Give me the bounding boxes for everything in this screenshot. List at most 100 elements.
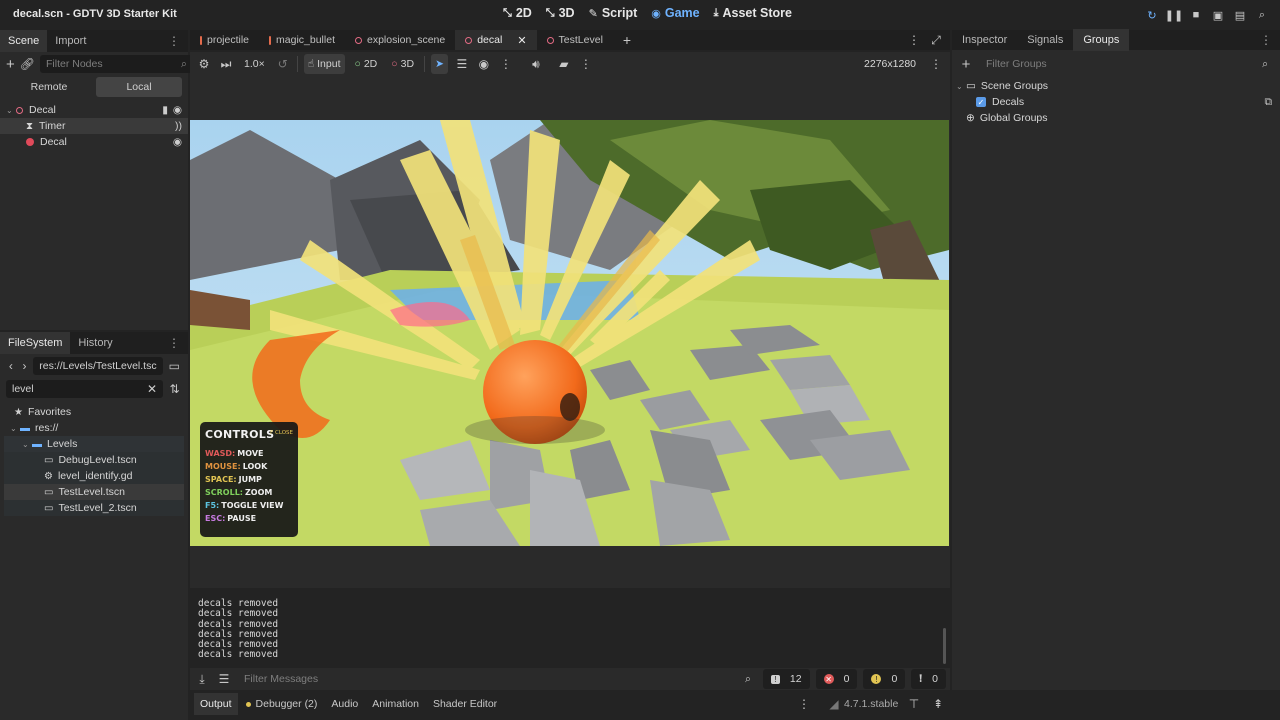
tab-history[interactable]: History bbox=[70, 332, 120, 354]
tab-audio[interactable]: Audio bbox=[325, 693, 364, 715]
play-custom-icon[interactable]: ▤ bbox=[1232, 7, 1248, 23]
tab-testlevel[interactable]: TestLevel bbox=[537, 30, 613, 50]
kebab-menu-icon[interactable]: ⋮ bbox=[168, 34, 180, 48]
version-label[interactable]: 4.7.1.stable bbox=[844, 698, 898, 710]
tab-inspector[interactable]: Inspector bbox=[952, 29, 1017, 51]
script-icon[interactable]: ▮ bbox=[162, 104, 168, 116]
file-tree-item[interactable]: ⌄ ▬ res:// bbox=[4, 420, 184, 436]
stop-icon[interactable]: ■ bbox=[1188, 7, 1204, 23]
pin-bottom-panel-icon[interactable]: ⊤ bbox=[906, 696, 922, 712]
kebab-menu-icon[interactable]: ⋮ bbox=[578, 56, 594, 72]
tab-scene[interactable]: Scene bbox=[0, 30, 48, 52]
tab-animation[interactable]: Animation bbox=[366, 693, 425, 715]
kebab-menu-icon[interactable]: ⋮ bbox=[498, 56, 514, 72]
distraction-free-icon[interactable]: ⤢ bbox=[928, 32, 944, 48]
mode-3d-button[interactable]: ⤡ 3D bbox=[546, 6, 575, 20]
scene-tree-item-decal[interactable]: Decal ◉ bbox=[0, 134, 188, 150]
clear-icon[interactable]: ✕ bbox=[147, 382, 157, 396]
camera-override-icon[interactable]: ▰ bbox=[556, 56, 572, 72]
mode-3d-toggle[interactable]: ○ 3D bbox=[387, 54, 418, 74]
file-search[interactable]: ✕ bbox=[6, 380, 164, 398]
kebab-menu-icon[interactable]: ⋮ bbox=[906, 32, 922, 48]
file-tree-item[interactable]: ▭ DebugLevel.tscn bbox=[4, 452, 184, 468]
file-tree-item[interactable]: ⌄ ▬ Levels bbox=[4, 436, 184, 452]
filter-nodes[interactable]: ⌕ bbox=[40, 55, 193, 73]
kebab-menu-icon[interactable]: ⋮ bbox=[928, 56, 944, 72]
scene-groups-section[interactable]: ⌄ ▭ Scene Groups bbox=[952, 78, 1280, 94]
filter-groups[interactable]: ⌕ bbox=[980, 55, 1274, 73]
tab-decal[interactable]: decal ✕ bbox=[455, 30, 537, 50]
visibility-icon[interactable]: ◉ bbox=[476, 56, 492, 72]
global-groups-section[interactable]: ⊕ Global Groups bbox=[952, 110, 1280, 126]
scene-tree-item-timer[interactable]: ⧗ Timer )) bbox=[0, 118, 188, 134]
add-node-icon[interactable]: + bbox=[6, 56, 15, 73]
split-view-icon[interactable]: ▭ bbox=[167, 358, 182, 374]
add-group-icon[interactable]: + bbox=[958, 56, 974, 73]
kebab-menu-icon[interactable]: ⋮ bbox=[168, 336, 180, 350]
checkbox-icon[interactable]: ✓ bbox=[976, 97, 986, 107]
tab-filesystem[interactable]: FileSystem bbox=[0, 332, 71, 354]
output-scrollbar[interactable] bbox=[943, 628, 946, 664]
file-search-input[interactable] bbox=[12, 383, 147, 395]
reload-icon[interactable]: ↻ bbox=[1144, 7, 1160, 23]
filter-messages[interactable]: ⌕ bbox=[238, 670, 757, 688]
tab-signals[interactable]: Signals bbox=[1017, 29, 1073, 51]
filter-messages-input[interactable] bbox=[244, 673, 746, 685]
clear-output-icon[interactable]: ⤓ bbox=[194, 671, 210, 687]
select-tool-icon[interactable]: ➤ bbox=[431, 54, 448, 74]
chevron-down-icon[interactable]: ⌄ bbox=[6, 106, 16, 115]
list-select-icon[interactable]: ☰ bbox=[454, 56, 470, 72]
filter-nodes-input[interactable] bbox=[46, 58, 181, 70]
kebab-menu-icon[interactable]: ⋮ bbox=[796, 696, 812, 712]
add-tab-icon[interactable]: + bbox=[619, 32, 635, 48]
tab-debugger[interactable]: Debugger (2) bbox=[240, 693, 324, 715]
mode-script-button[interactable]: ✎ Script bbox=[589, 6, 638, 20]
chevron-down-icon[interactable]: ⌄ bbox=[22, 440, 32, 449]
file-tree-item[interactable]: ⚙ level_identify.gd bbox=[4, 468, 184, 484]
group-item-decals[interactable]: ✓ Decals ⧉ bbox=[952, 94, 1280, 110]
chevron-down-icon[interactable]: ⌄ bbox=[956, 82, 966, 91]
tab-shader-editor[interactable]: Shader Editor bbox=[427, 693, 503, 715]
embed-icon[interactable]: ⚙ bbox=[196, 56, 212, 72]
info-counter[interactable]: ❗︎ 0 bbox=[911, 669, 946, 689]
link-icon[interactable]: 🔗︎ bbox=[20, 56, 35, 72]
speed-selector[interactable]: 1.0× bbox=[240, 54, 269, 74]
mode-2d-toggle[interactable]: ○ 2D bbox=[351, 54, 382, 74]
tab-output[interactable]: Output bbox=[194, 693, 238, 715]
tab-projectile[interactable]: projectile bbox=[190, 30, 259, 50]
file-tree-item[interactable]: ▭ TestLevel.tscn bbox=[4, 484, 184, 500]
messages-counter[interactable]: ! 12 bbox=[762, 669, 810, 689]
path-field[interactable]: res://Levels/TestLevel.tsc bbox=[33, 357, 163, 375]
movie-maker-icon[interactable]: ⌕ bbox=[1254, 7, 1270, 23]
remote-toggle[interactable]: Remote bbox=[6, 77, 92, 97]
tab-explosion-scene[interactable]: explosion_scene bbox=[345, 30, 455, 50]
copy-icon[interactable]: ⧉ bbox=[1265, 96, 1273, 109]
input-toggle[interactable]: ☝ Input bbox=[303, 54, 345, 74]
play-scene-icon[interactable]: ▣ bbox=[1210, 7, 1226, 23]
scene-tree-item-decal-root[interactable]: ⌄ Decal ▮ ◉ bbox=[0, 102, 188, 118]
pause-icon[interactable]: ❚❚ bbox=[1165, 7, 1183, 23]
tab-import[interactable]: Import bbox=[47, 30, 94, 52]
mode-asset-store-button[interactable]: ⤓ Asset Store bbox=[714, 6, 792, 20]
chevron-down-icon[interactable]: ⌄ bbox=[10, 424, 20, 433]
errors-counter[interactable]: ✕ 0 bbox=[815, 669, 858, 689]
warnings-counter[interactable]: ! 0 bbox=[863, 669, 906, 689]
file-tree-item[interactable]: ▭ TestLevel_2.tscn bbox=[4, 500, 184, 516]
tab-magic-bullet[interactable]: magic_bullet bbox=[259, 30, 345, 50]
visibility-icon[interactable]: ◉ bbox=[173, 136, 182, 148]
sort-icon[interactable]: ⇅ bbox=[167, 381, 182, 397]
game-viewport[interactable]: CONTROLS F CLOSE WASD: MOVE MOUSE: LOOK SPAC… bbox=[190, 120, 949, 546]
reset-speed-icon[interactable]: ↺ bbox=[275, 56, 291, 72]
back-icon[interactable]: ‹ bbox=[6, 358, 16, 374]
kebab-menu-icon[interactable]: ⋮ bbox=[1260, 33, 1272, 47]
forward-icon[interactable]: › bbox=[20, 358, 30, 374]
next-frame-icon[interactable]: ⏭ bbox=[218, 56, 234, 72]
close-tab-icon[interactable]: ✕ bbox=[517, 34, 526, 47]
file-tree-item[interactable]: ★ Favorites bbox=[4, 404, 184, 420]
tab-groups[interactable]: Groups bbox=[1073, 29, 1130, 51]
mode-game-button[interactable]: ◉ Game bbox=[651, 6, 699, 20]
local-toggle[interactable]: Local bbox=[96, 77, 182, 97]
filter-groups-input[interactable] bbox=[986, 58, 1263, 70]
mode-2d-button[interactable]: ⤡ 2D bbox=[503, 6, 532, 20]
expand-bottom-panel-icon[interactable]: ⇞ bbox=[930, 696, 946, 712]
